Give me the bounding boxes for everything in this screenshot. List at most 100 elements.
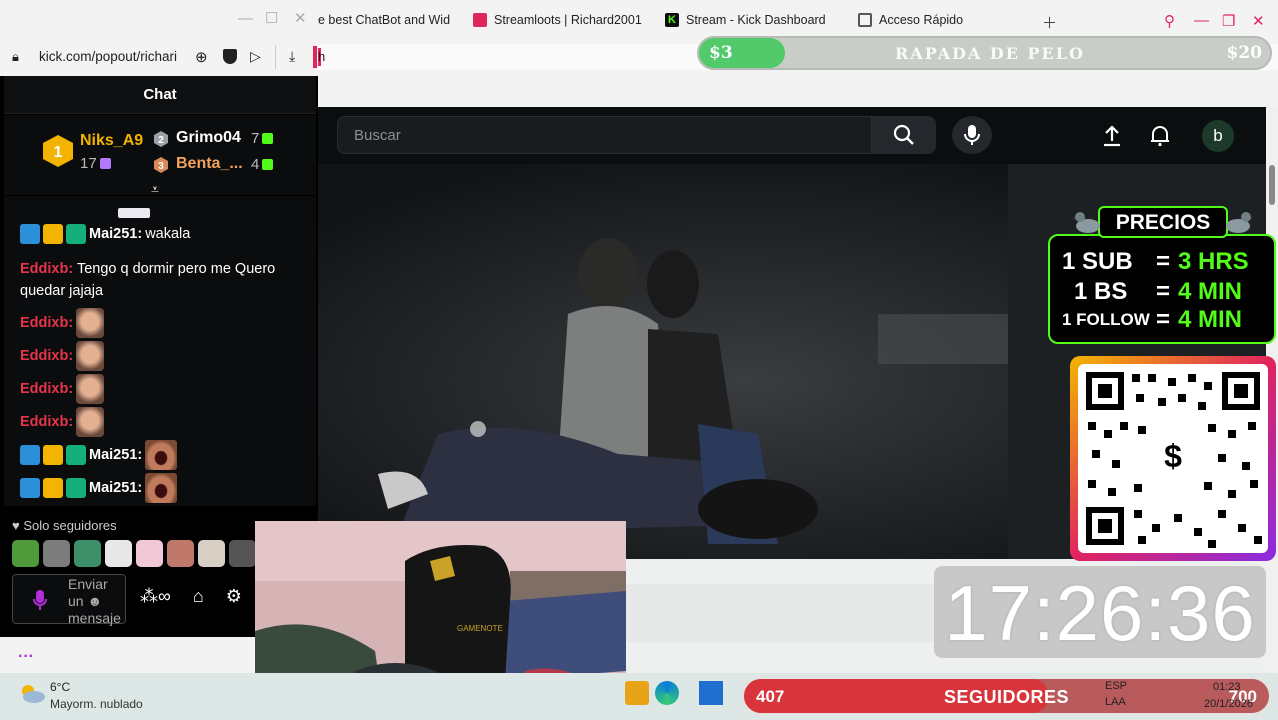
chat-username[interactable]: Mai251: [89, 226, 142, 242]
chat-username[interactable]: Eddixb: [20, 381, 73, 397]
price-item: 1 BS [1074, 278, 1128, 305]
tab-label: Stream - Kick Dashboard [686, 13, 826, 27]
voice-search-button[interactable] [952, 116, 992, 154]
donation-goal-amount: $20 [1226, 43, 1263, 63]
svg-text:3: 3 [158, 161, 164, 172]
svg-text:1: 1 [54, 144, 63, 161]
chat-username[interactable]: Eddixb: [20, 261, 73, 277]
more-icon[interactable]: ··· [18, 648, 34, 666]
file-explorer-icon[interactable] [625, 681, 649, 705]
chat-message-input[interactable]: Enviar un ☻ mensaje [12, 574, 126, 626]
leader-1-name[interactable]: Niks_A9 [80, 132, 143, 150]
followers-goal-bar: 407 SEGUIDORES 700 [741, 676, 1272, 716]
scream-emote-icon[interactable] [229, 540, 256, 567]
rank-1-icon: 1 [43, 135, 73, 167]
chat-messages: Mai251: wakala Eddixb: Tengo q dormir pe… [4, 196, 316, 506]
points-icon[interactable]: ⁂∞ [140, 586, 171, 607]
lock-icon: 🔒︎ [12, 49, 19, 64]
qr-pattern: $ [1086, 372, 1262, 548]
gift-leaderboard: 1 Niks_A9 17 2 Grimo04 7 3 Benta_... 4 ⩡ [4, 115, 316, 197]
og-badge-icon [66, 478, 86, 498]
zoom-icon[interactable]: ⊕ [195, 48, 208, 66]
minimize-icon[interactable]: — [238, 10, 253, 27]
edge-icon[interactable] [655, 681, 679, 705]
emoji-icon[interactable]: ☻ [87, 593, 102, 609]
minimize-icon[interactable]: — [1194, 12, 1209, 29]
svg-text:2: 2 [158, 135, 164, 146]
search-input[interactable]: Buscar [337, 116, 872, 154]
donation-qr-code[interactable]: $ [1070, 356, 1276, 561]
chat-message: Mai251: wakala [20, 224, 190, 244]
chat-message: Eddixb: Tengo q dormir pero me Quero que… [20, 258, 305, 302]
store-icon[interactable] [699, 681, 723, 705]
clock-time[interactable]: 01:23 [1213, 681, 1241, 693]
tab-streamloots[interactable]: Streamloots | Richard2001 [473, 13, 642, 27]
face-emote-icon [76, 308, 105, 338]
cat-emote-icon[interactable] [136, 540, 163, 567]
pepe-emote-icon[interactable] [12, 540, 39, 567]
price-value: 3 HRS [1178, 248, 1249, 275]
face-emote-icon [76, 341, 105, 371]
crown-badge-icon [43, 224, 63, 244]
scrollbar-thumb[interactable] [1269, 165, 1275, 205]
svg-text:GAMENOTE: GAMENOTE [457, 624, 503, 633]
face-emote-icon[interactable] [167, 540, 194, 567]
upload-button[interactable] [1098, 122, 1126, 150]
notifications-button[interactable] [1146, 122, 1174, 150]
price-row: 1 FOLLOW = 4 MIN [1062, 306, 1242, 333]
chat-username[interactable]: Eddixb: [20, 348, 73, 364]
leader-3-count-value: 4 [251, 156, 260, 173]
pigeon-icon [1226, 212, 1254, 233]
divider [275, 45, 276, 69]
leader-2-count: 7 [251, 130, 274, 147]
chat-username[interactable]: Eddixb: [20, 414, 73, 430]
close-icon[interactable]: ✕ [294, 9, 307, 27]
settings-icon[interactable]: ⚙ [226, 586, 242, 607]
clock-date[interactable]: 20/1/2026 [1204, 698, 1253, 710]
search-placeholder: Buscar [354, 127, 401, 144]
language-indicator[interactable]: ESP LAA [1105, 680, 1127, 708]
frog-emote-icon[interactable] [74, 540, 101, 567]
followers-only-label: Solo seguidores [23, 518, 117, 533]
tab-acceso-rapido[interactable]: Acceso Rápido [858, 13, 963, 27]
tab-kick-dashboard[interactable]: K Stream - Kick Dashboard [665, 13, 826, 27]
streamloots-icon [473, 13, 487, 27]
placeholder-line-1: Enviar [68, 576, 108, 592]
placeholder-line-2: un [68, 593, 84, 609]
leader-2-name[interactable]: Grimo04 [176, 129, 241, 147]
og-badge-icon [66, 224, 86, 244]
scream-emote-icon [145, 473, 178, 503]
chat-url-bar[interactable]: 🔒︎ kick.com/popout/richari ⊕ ▷ ⤓ [0, 40, 318, 76]
qr-inner: $ [1078, 364, 1268, 553]
chat-username[interactable]: Mai251: [89, 480, 142, 496]
microphone-icon[interactable] [33, 589, 47, 611]
shield-icon[interactable] [223, 49, 237, 64]
rock-emote-icon[interactable] [43, 540, 70, 567]
maximize-icon[interactable]: ☐ [265, 9, 278, 27]
gift-icon [99, 158, 111, 169]
heart-icon: ♥ [12, 518, 20, 533]
search-button[interactable] [872, 116, 936, 154]
quick-emote-row [12, 540, 256, 568]
send-icon[interactable]: ▷ [250, 48, 261, 65]
download-icon[interactable]: ⤓ [289, 48, 295, 65]
followers-label: SEGUIDORES [944, 687, 1070, 707]
dog-emote-icon[interactable] [198, 540, 225, 567]
chat-message: Eddixb: [20, 308, 105, 338]
window-edge [313, 46, 317, 68]
new-tab-icon[interactable]: ＋ [1042, 12, 1057, 33]
chat-username[interactable]: Eddixb: [20, 315, 73, 331]
placeholder-line-3: mensaje [68, 610, 121, 626]
search-icon[interactable]: ⚲ [1164, 12, 1175, 30]
cloud-emote-icon[interactable] [105, 540, 132, 567]
tab-chatbot[interactable]: e best ChatBot and Wid [318, 13, 450, 27]
prices-title: PRECIOS [1098, 206, 1228, 238]
chat-username[interactable]: Mai251: [89, 447, 142, 463]
restore-icon[interactable]: ❐ [1222, 12, 1235, 30]
close-icon[interactable]: ✕ [1252, 12, 1265, 30]
chat-window-titlebar: — ☐ ✕ [0, 0, 318, 40]
user-avatar[interactable]: b [1202, 120, 1234, 152]
store-icon[interactable]: ⌂ [193, 586, 204, 607]
price-eq: = [1156, 306, 1171, 333]
leader-3-name[interactable]: Benta_... [176, 155, 243, 173]
